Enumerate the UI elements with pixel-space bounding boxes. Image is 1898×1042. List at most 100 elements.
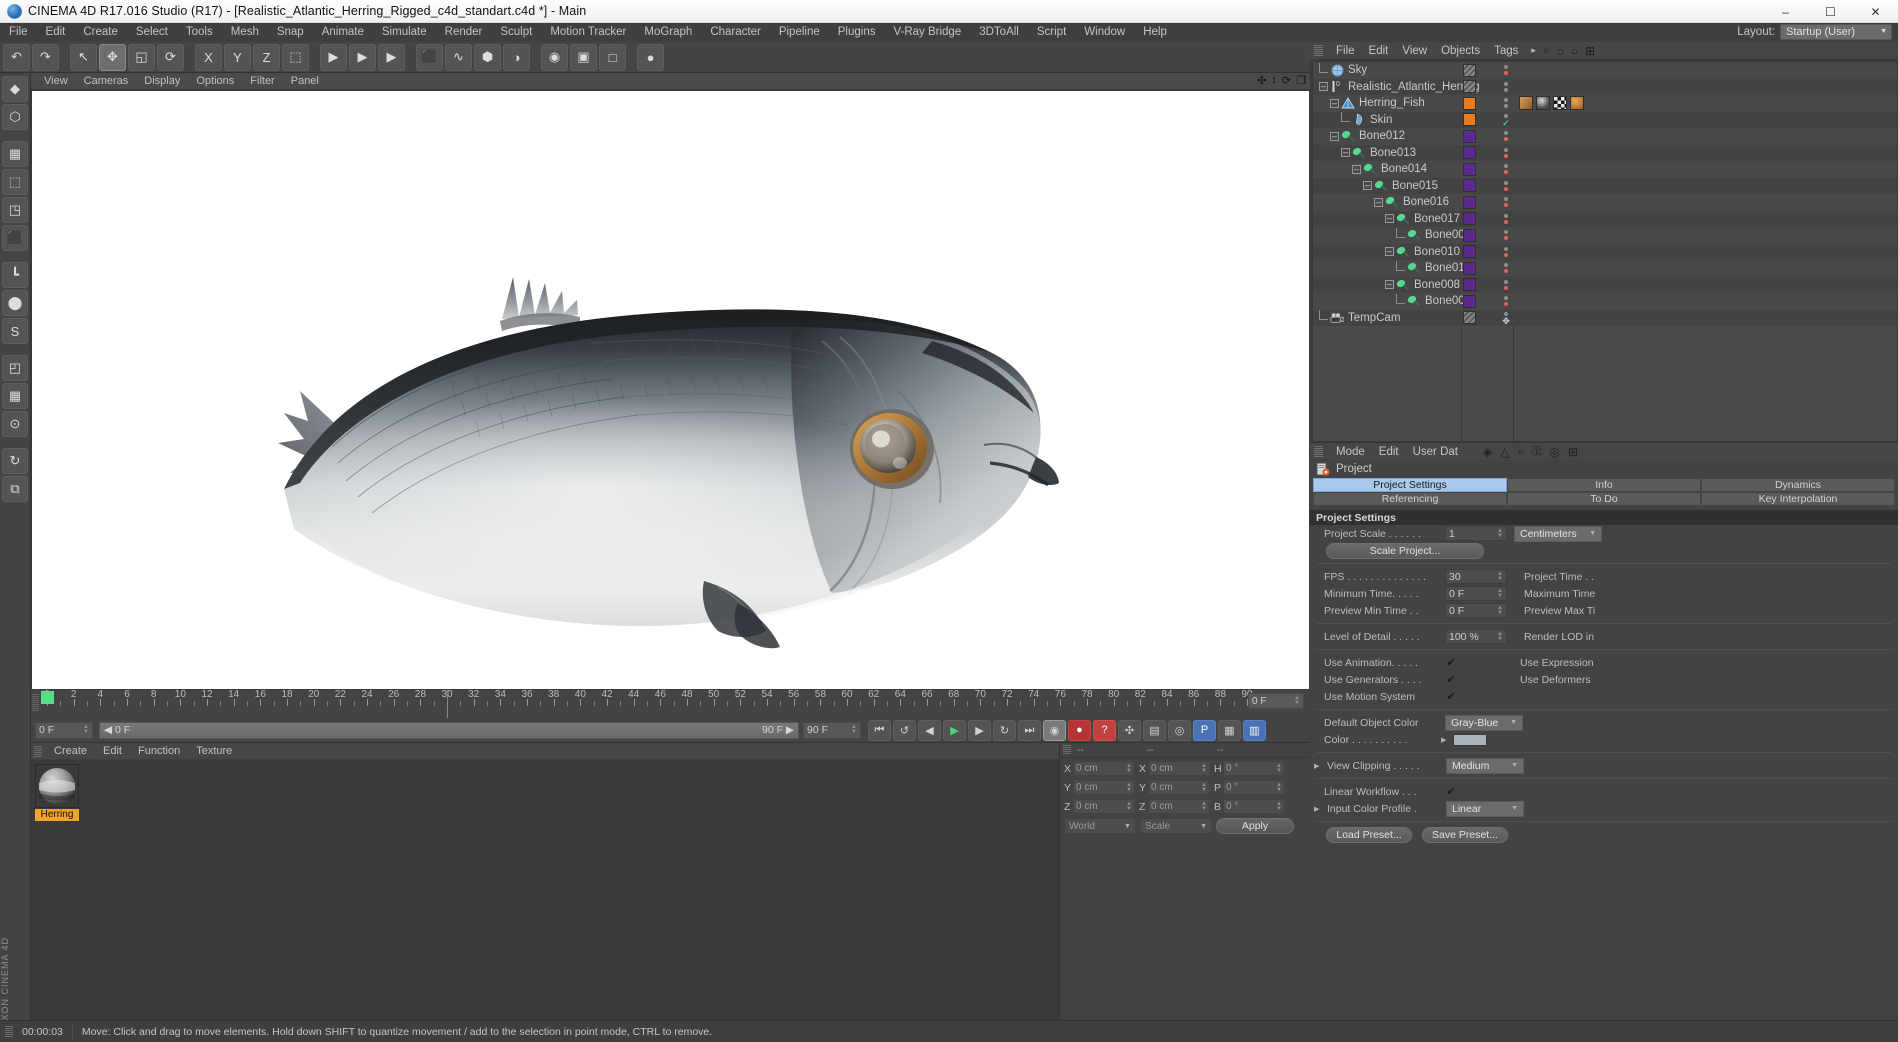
object-tree-row[interactable]: Bone011 bbox=[1313, 260, 1897, 277]
coord-mode-dropdown[interactable]: Scale ▼ bbox=[1140, 818, 1212, 834]
visibility-dot[interactable] bbox=[1504, 137, 1508, 142]
object-menu-objects[interactable]: Objects bbox=[1434, 45, 1487, 57]
tree-collapse-icon[interactable]: – bbox=[1341, 148, 1350, 158]
input-color-profile-dropdown[interactable]: Linear ▼ bbox=[1446, 800, 1524, 817]
object-layer-swatch-none[interactable] bbox=[1463, 311, 1476, 325]
quantize-icon[interactable]: ⊙ bbox=[2, 411, 28, 437]
stepper-icon[interactable]: ▲ ▼ bbox=[1276, 782, 1282, 793]
visibility-dot[interactable] bbox=[1504, 81, 1508, 86]
timeline-grip[interactable] bbox=[32, 694, 39, 712]
snap-icon[interactable]: ▦ bbox=[2, 383, 28, 409]
render-view-icon[interactable]: ▶ bbox=[320, 43, 347, 71]
expand-triangle-icon[interactable]: ▶ bbox=[1441, 736, 1446, 744]
polygons-mode-icon[interactable]: ⬛ bbox=[2, 225, 28, 251]
stepper-icon[interactable]: ▲ ▼ bbox=[1201, 782, 1207, 793]
object-menu-tags[interactable]: Tags bbox=[1487, 45, 1525, 57]
tab-info[interactable]: Info bbox=[1507, 478, 1701, 492]
coord-pos-x-field[interactable]: 0 cm ▲ ▼ bbox=[1073, 761, 1135, 776]
object-layer-swatch[interactable] bbox=[1463, 294, 1476, 308]
tree-collapse-icon[interactable]: – bbox=[1385, 247, 1394, 257]
menu-v-ray-bridge[interactable]: V-Ray Bridge bbox=[884, 23, 970, 42]
panel-grip[interactable] bbox=[34, 745, 42, 757]
attribute-menu-user-dat[interactable]: User Dat bbox=[1406, 446, 1465, 458]
project-scale-unit-dropdown[interactable]: Centimeters ▼ bbox=[1514, 525, 1602, 542]
play-backwards-icon[interactable]: ↺ bbox=[893, 719, 916, 741]
object-tree-row[interactable]: – Bone013 bbox=[1313, 144, 1897, 162]
object-layer-swatch[interactable] bbox=[1463, 228, 1476, 242]
stepper-icon[interactable]: ▲ ▼ bbox=[1294, 695, 1300, 706]
coord-rot-b-field[interactable]: 0 ° ▲ ▼ bbox=[1223, 799, 1285, 814]
menu-mesh[interactable]: Mesh bbox=[222, 23, 268, 42]
z-axis-lock-icon[interactable]: Z bbox=[253, 43, 280, 71]
object-menu-view[interactable]: View bbox=[1395, 45, 1434, 57]
rotate-tool-icon[interactable]: ⟳ bbox=[157, 43, 184, 71]
stepper-icon[interactable]: ▲ ▼ bbox=[83, 724, 89, 735]
object-visibility-dots[interactable]: ✥ bbox=[1499, 310, 1513, 327]
texture-mode-icon[interactable]: ▦ bbox=[2, 141, 28, 167]
stepper-icon[interactable]: ▲ ▼ bbox=[1126, 763, 1132, 774]
move-tool-icon[interactable]: ✥ bbox=[99, 43, 126, 71]
stepper-icon[interactable]: ▲ ▼ bbox=[1126, 782, 1132, 793]
material-menu-function[interactable]: Function bbox=[130, 745, 188, 757]
soft-selection-icon[interactable]: S bbox=[2, 318, 28, 344]
object-tree-row[interactable]: Skin ✔ bbox=[1313, 111, 1897, 128]
stepper-icon[interactable]: ▲ ▼ bbox=[1497, 528, 1503, 539]
scale-tool-icon[interactable]: ◱ bbox=[128, 43, 155, 71]
coord-size-z-field[interactable]: 0 cm ▲ ▼ bbox=[1148, 799, 1210, 814]
go-to-end-icon[interactable]: ⏭ bbox=[1018, 719, 1041, 741]
view-clipping-dropdown[interactable]: Medium ▼ bbox=[1446, 757, 1524, 774]
menu-sculpt[interactable]: Sculpt bbox=[491, 23, 541, 42]
viewport-canvas[interactable] bbox=[32, 91, 1309, 689]
step-forward-icon[interactable]: ▶ bbox=[968, 719, 991, 741]
visibility-dot[interactable] bbox=[1504, 180, 1508, 185]
object-tree-row[interactable]: – Bone017 bbox=[1313, 210, 1897, 227]
object-tree-row[interactable]: TempCam ✥ bbox=[1313, 309, 1897, 327]
viewport-menu-filter[interactable]: Filter bbox=[242, 75, 282, 87]
timeline-ruler[interactable]: 0246810121416182022242628303234363840424… bbox=[41, 689, 1310, 718]
object-tree-row[interactable]: – Bone012 bbox=[1313, 128, 1897, 145]
timeline-ruler-panel[interactable]: 0246810121416182022242628303234363840424… bbox=[31, 689, 1310, 718]
use-animation-checkbox[interactable]: ✔ bbox=[1445, 657, 1457, 669]
object-name[interactable]: Bone017 bbox=[1414, 213, 1460, 225]
object-tree-row[interactable]: Bone005 bbox=[1313, 227, 1897, 244]
menu-simulate[interactable]: Simulate bbox=[373, 23, 436, 42]
object-tree-row[interactable]: – Bone010 bbox=[1313, 243, 1897, 260]
object-tree-row[interactable]: – Bone015 bbox=[1313, 177, 1897, 194]
visibility-dot[interactable] bbox=[1504, 147, 1508, 152]
object-visibility-dots[interactable] bbox=[1499, 62, 1513, 79]
visibility-dot[interactable] bbox=[1504, 252, 1508, 257]
coord-pos-y-field[interactable]: 0 cm ▲ ▼ bbox=[1073, 780, 1135, 795]
object-layer-swatch[interactable] bbox=[1463, 245, 1476, 259]
menu-tools[interactable]: Tools bbox=[177, 23, 222, 42]
viewport-menu-panel[interactable]: Panel bbox=[283, 75, 327, 87]
layout-dropdown[interactable]: Startup (User) ▼ bbox=[1780, 24, 1892, 40]
stepper-icon[interactable]: ▲ ▼ bbox=[1497, 588, 1503, 599]
viewport-menu-view[interactable]: View bbox=[36, 75, 76, 87]
coord-rot-p-field[interactable]: 0 ° ▲ ▼ bbox=[1223, 780, 1285, 795]
object-name[interactable]: Realistic_Atlantic_Herring bbox=[1348, 81, 1480, 93]
add-icon[interactable]: ⊞ bbox=[1568, 445, 1578, 459]
object-visibility-dots[interactable] bbox=[1499, 293, 1513, 310]
object-visibility-dots[interactable] bbox=[1499, 161, 1513, 178]
stepper-icon[interactable]: ▲ ▼ bbox=[851, 724, 857, 735]
object-visibility-dots[interactable] bbox=[1499, 145, 1513, 162]
rotate-view-icon[interactable]: ⟳ bbox=[1282, 74, 1291, 87]
object-layer-swatch[interactable] bbox=[1463, 261, 1476, 275]
object-visibility-dots[interactable] bbox=[1499, 194, 1513, 211]
tree-collapse-icon[interactable]: – bbox=[1352, 164, 1361, 174]
default-object-color-dropdown[interactable]: Gray-Blue ▼ bbox=[1445, 714, 1523, 731]
object-layer-swatch-none[interactable] bbox=[1463, 80, 1476, 94]
timeline-view-icon[interactable]: ▥ bbox=[1243, 719, 1266, 741]
menu-character[interactable]: Character bbox=[701, 23, 770, 42]
material-item[interactable]: Herring bbox=[35, 764, 83, 821]
object-name[interactable]: Herring_Fish bbox=[1359, 97, 1425, 109]
visibility-dot[interactable] bbox=[1504, 71, 1508, 76]
stepper-icon[interactable]: ▲ ▼ bbox=[1497, 631, 1503, 642]
color-swatch[interactable] bbox=[1453, 733, 1488, 746]
floor-icon[interactable]: □ bbox=[599, 43, 626, 71]
maximize-button[interactable]: ☐ bbox=[1808, 0, 1853, 23]
redo-icon[interactable]: ↷ bbox=[32, 43, 59, 71]
go-to-start-icon[interactable]: ⏮ bbox=[868, 719, 891, 741]
world-coord-icon[interactable]: ⬚ bbox=[282, 43, 309, 71]
object-layer-swatch[interactable] bbox=[1463, 195, 1476, 209]
